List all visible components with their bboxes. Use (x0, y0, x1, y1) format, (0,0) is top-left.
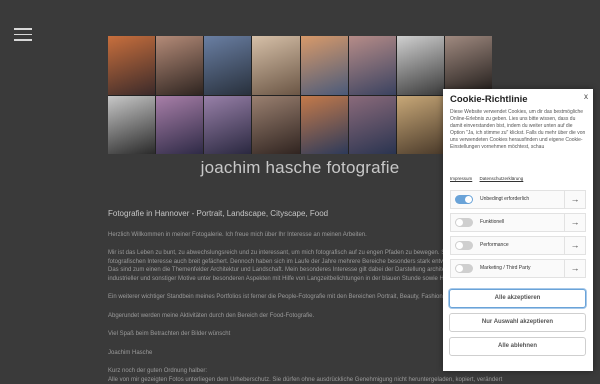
toggle-functional[interactable] (455, 218, 473, 227)
cookie-category-marketing[interactable]: Marketing / Third Party → (450, 259, 586, 278)
photo-lingerie-portrait (252, 96, 299, 155)
photo-portrait-dark (445, 36, 492, 95)
body-text: Viel Spaß beim Betrachten der Bilder wün… (108, 330, 448, 339)
photo-portrait-red (156, 36, 203, 95)
photo-pier-sunset (108, 36, 155, 95)
photo-dolomites-2 (349, 96, 396, 155)
cookie-dialog-title: Cookie-Richtlinie (450, 94, 528, 105)
toggle-marketing[interactable] (455, 264, 473, 273)
photo-portrait-bw (397, 36, 444, 95)
body-text-line: industrieller und sonstiger Motive unter… (108, 275, 448, 284)
accept-all-button[interactable]: Alle akzeptieren (449, 289, 586, 308)
photo-woman-sunlight (397, 96, 444, 155)
toggle-necessary[interactable] (455, 195, 473, 204)
notice-text: Alle von mir gezeigten Fotos unterliegen… (108, 376, 448, 384)
photo-collage (108, 36, 492, 154)
close-icon[interactable]: x (584, 92, 588, 101)
site-title: joachim hasche fotografie (108, 158, 492, 178)
hamburger-menu-icon[interactable] (14, 28, 32, 41)
notice-text: Kurz noch der guten Ordnung halber: (108, 367, 448, 376)
photo-alps-sunrise (301, 36, 348, 95)
signature-text: Joachim Hasche (108, 349, 448, 358)
photo-woman-hat (252, 36, 299, 95)
main-content: Fotografie in Hannover - Portrait, Lands… (108, 210, 448, 384)
photo-mountain-lake (204, 36, 251, 95)
body-text-line: Das sind zum einen die Themenfelder Arch… (108, 266, 448, 275)
reject-all-button[interactable]: Alle ablehnen (449, 337, 586, 356)
cookie-dialog: Cookie-Richtlinie x Diese Website verwen… (443, 89, 593, 371)
cookie-category-functional[interactable]: Funktionell → (450, 213, 586, 232)
photo-woman-hat-bw (108, 96, 155, 155)
arrow-right-icon[interactable]: → (564, 191, 585, 208)
cookie-links: Impressum Datenschutzerklärung (450, 176, 529, 181)
cookie-category-performance[interactable]: Performance → (450, 236, 586, 255)
body-text-line: Mir ist das Leben zu bunt, zu abwechslun… (108, 249, 448, 258)
datenschutz-link[interactable]: Datenschutzerklärung (480, 176, 524, 181)
category-label: Performance (480, 242, 509, 248)
arrow-right-icon[interactable]: → (564, 260, 585, 277)
arrow-right-icon[interactable]: → (564, 214, 585, 231)
page-heading: Fotografie in Hannover - Portrait, Lands… (108, 210, 448, 219)
accept-selection-button[interactable]: Nur Auswahl akzeptieren (449, 313, 586, 332)
cookie-category-necessary[interactable]: Unbedingt erforderlich → (450, 190, 586, 209)
body-text: Abgerundet werden meine Aktivitäten durc… (108, 312, 448, 321)
body-text: Ein weiterer wichtiger Standbein meines … (108, 293, 448, 302)
category-label: Marketing / Third Party (480, 265, 530, 271)
impressum-link[interactable]: Impressum (450, 176, 472, 181)
toggle-performance[interactable] (455, 241, 473, 250)
category-label: Unbedingt erforderlich (480, 196, 529, 202)
photo-lake-reflection-2 (204, 96, 251, 155)
photo-alps-sunrise-2 (349, 36, 396, 95)
intro-text: Herzlich Willkommen in meiner Fotogaleri… (108, 231, 448, 240)
category-label: Funktionell (480, 219, 504, 225)
photo-lake-reflection (156, 96, 203, 155)
arrow-right-icon[interactable]: → (564, 237, 585, 254)
cookie-description: Diese Website verwendet Cookies, um dir … (450, 109, 586, 151)
body-text-line: fotografischen Interesse auch breit gefä… (108, 258, 448, 267)
photo-dolomites (301, 96, 348, 155)
